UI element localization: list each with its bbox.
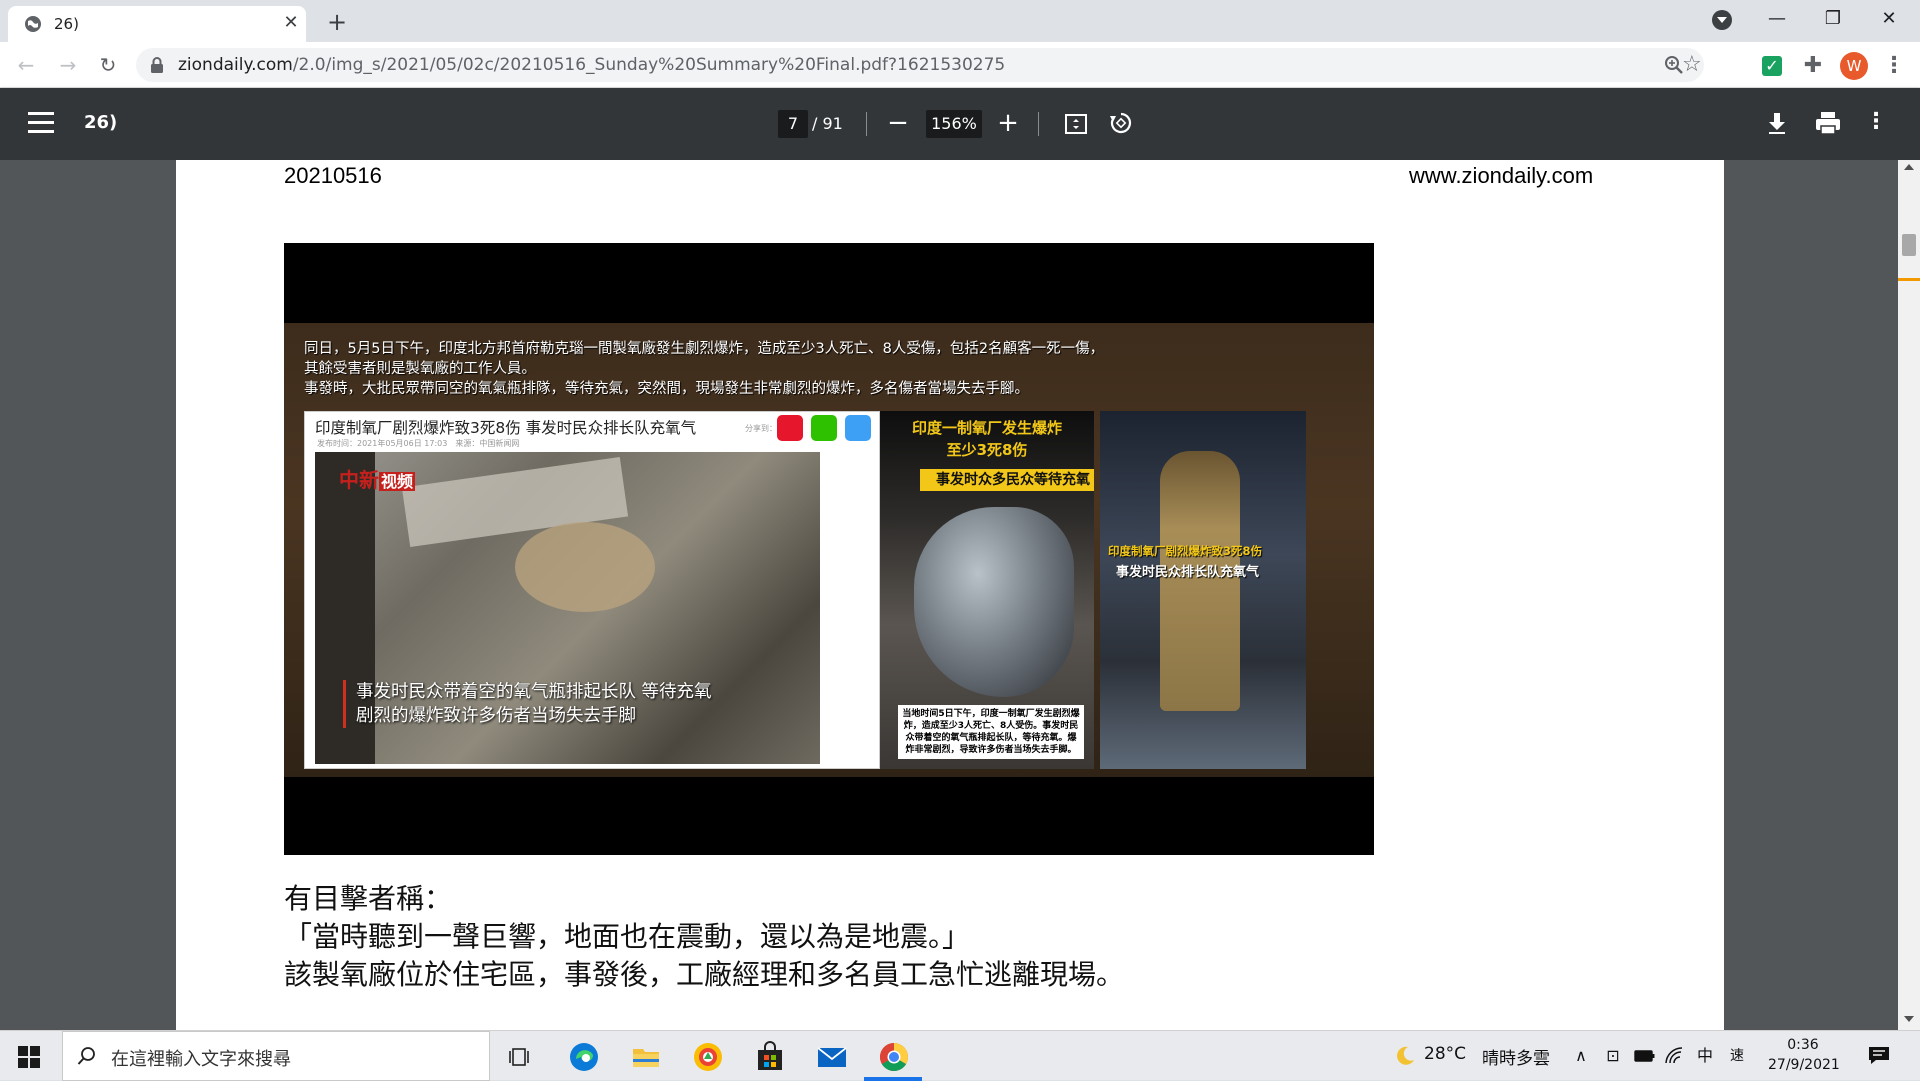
panel-caption: 印度制氧厂剧烈爆炸致3死8伤 xyxy=(1108,544,1263,558)
lock-icon[interactable] xyxy=(150,57,164,73)
kebab-menu-icon[interactable]: ⋮ xyxy=(1880,52,1908,80)
scrollbar-thumb[interactable] xyxy=(1902,234,1916,256)
panel-headline: 印度制氧厂剧烈爆炸致3死8伤 事发时民众排长队充氧气 xyxy=(315,419,697,437)
tray-chevron-icon[interactable]: ∧ xyxy=(1572,1046,1590,1066)
video-frame: 中新 视频 事发时民众带着空的氧气瓶排起长队 等待充氧 剧烈的爆炸致许多伤者当场失… xyxy=(315,452,820,764)
close-tab-icon[interactable]: ✕ xyxy=(280,12,302,34)
news-panel-webpage: 印度制氧厂剧烈爆炸致3死8伤 事发时民众排长队充氧气 发布时间：2021年05月… xyxy=(304,411,880,769)
panel-caption: 事发时民众排长队充氧气 xyxy=(1116,565,1260,580)
article-body: 有目擊者稱： 「當時聽到一聲巨響，地面也在震動，還以為是地震。」 該製氧廠位於住… xyxy=(284,880,1124,994)
weibo-icon xyxy=(777,415,803,441)
puzzle-icon[interactable]: ✚ xyxy=(1800,53,1826,79)
forward-button[interactable]: → xyxy=(54,51,82,79)
scrollbar[interactable] xyxy=(1898,160,1920,1030)
news-logo: 中新 视频 xyxy=(339,468,416,492)
reload-button[interactable]: ↻ xyxy=(94,51,122,79)
download-icon[interactable] xyxy=(1764,110,1790,136)
pdf-toolbar: 26) 7 / 91 − 156% + ⋮ xyxy=(0,88,1920,160)
news-image-caption: 同日，5月5日下午，印度北方邦首府勒克瑙一間製氧廠發生劇烈爆炸，造成至少3人死亡… xyxy=(304,341,1105,397)
zoom-in-button[interactable]: + xyxy=(994,110,1022,138)
back-button[interactable]: ← xyxy=(12,51,40,79)
print-icon[interactable] xyxy=(1814,110,1842,136)
notification-icon[interactable] xyxy=(1868,1045,1890,1065)
weather-description[interactable]: 晴時多雲 xyxy=(1482,1044,1550,1069)
paragraph: 「當時聽到一聲巨響，地面也在震動，還以為是地震。」 xyxy=(284,920,971,953)
zoom-level-input[interactable]: 156% xyxy=(926,110,982,138)
globe-icon xyxy=(25,16,41,32)
browser-tab[interactable]: 26) ✕ xyxy=(8,6,306,42)
browser-icon[interactable] xyxy=(690,1039,726,1075)
panel-subtitle: 发布时间：2021年05月06日 17:03 来源：中国新闻网 xyxy=(317,439,520,448)
tab-search-icon[interactable] xyxy=(1712,10,1732,30)
edge-icon[interactable] xyxy=(566,1039,602,1075)
star-icon[interactable]: ☆ xyxy=(1682,52,1708,78)
weather-temperature[interactable]: 28°C xyxy=(1424,1044,1466,1064)
panel-banner: 事发时众多民众等待充氧 xyxy=(920,469,1094,491)
weather-moon-icon[interactable] xyxy=(1394,1045,1416,1067)
news-panel-official: 印度制氧厂剧烈爆炸致3死8伤 事发时民众排长队充氧气 xyxy=(1100,411,1306,769)
favorite-icon xyxy=(845,415,871,441)
video-caption: 事发时民众带着空的氧气瓶排起长队 等待充氧 剧烈的爆炸致许多伤者当场失去手脚 xyxy=(343,680,813,728)
paragraph: 該製氧廠位於住宅區，事發後，工廠經理和多名員工急忙逃離現場。 xyxy=(284,958,1125,991)
file-explorer-icon[interactable] xyxy=(628,1039,664,1075)
pdf-title: 26) xyxy=(84,112,118,133)
scroll-position-marker xyxy=(1898,278,1920,281)
extension-icon[interactable]: ✓ xyxy=(1762,56,1782,76)
news-panel-cylinder: 印度一制氧厂发生爆炸 至少3死8伤 事发时众多民众等待充氧 当地时间5日下午，印… xyxy=(880,411,1094,769)
toolbar-divider xyxy=(1038,112,1039,136)
rotate-icon[interactable] xyxy=(1108,110,1134,136)
search-icon xyxy=(77,1047,95,1065)
browser-toolbar: ← → ↻ ziondaily.com/2.0/img_s/2021/05/02… xyxy=(0,42,1920,88)
clock[interactable]: 0:36 27/9/2021 xyxy=(1768,1035,1840,1075)
panel-headline: 印度一制氧厂发生爆炸 至少3死8伤 xyxy=(911,419,1062,459)
pdf-viewer[interactable]: 20210516 www.ziondaily.com 同日，5月5日下午，印度北… xyxy=(0,160,1920,1030)
taskbar-search-box[interactable]: 在這裡輸入文字來搜尋 xyxy=(62,1031,490,1081)
page-header-date: 20210516 xyxy=(284,163,382,188)
tab-title: 26) xyxy=(54,15,79,33)
avatar[interactable]: W xyxy=(1840,52,1868,80)
new-tab-button[interactable]: + xyxy=(322,8,352,36)
task-view-icon[interactable] xyxy=(504,1039,540,1075)
scroll-down-icon[interactable] xyxy=(1904,1016,1914,1022)
page-total: / 91 xyxy=(812,114,843,133)
oxygen-cylinder-image xyxy=(914,507,1074,697)
wifi-icon[interactable] xyxy=(1664,1046,1686,1066)
more-options-icon[interactable]: ⋮ xyxy=(1864,110,1888,136)
menu-icon[interactable] xyxy=(28,112,54,136)
windows-start-icon[interactable] xyxy=(18,1046,40,1068)
panel-caption-box: 当地时间5日下午，印度一制氧厂发生剧烈爆炸，造成至少3人死亡、8人受伤。事发时民… xyxy=(898,705,1084,759)
active-app-indicator xyxy=(864,1077,922,1081)
ime-language[interactable]: 中 xyxy=(1694,1046,1716,1066)
paragraph: 有目擊者稱： xyxy=(284,882,453,915)
store-icon[interactable] xyxy=(752,1039,788,1075)
page-number-input[interactable]: 7 xyxy=(778,110,808,138)
window-close-button[interactable]: ✕ xyxy=(1866,4,1912,34)
page-header-site: www.ziondaily.com xyxy=(1409,163,1594,188)
url-text[interactable]: ziondaily.com/2.0/img_s/2021/05/02c/2021… xyxy=(178,55,1005,75)
minimize-button[interactable]: — xyxy=(1754,4,1800,34)
official-image xyxy=(1160,451,1240,711)
taskbar: 在這裡輸入文字來搜尋 28°C 晴時多雲 ∧ ⊡ 中 速 0:36 27/9/2… xyxy=(0,1030,1920,1081)
camera-icon[interactable]: ⊡ xyxy=(1604,1046,1622,1066)
ime-mode[interactable]: 速 xyxy=(1726,1046,1748,1066)
zoom-out-button[interactable]: − xyxy=(884,110,912,138)
fit-page-icon[interactable] xyxy=(1064,112,1088,136)
toolbar-divider xyxy=(866,112,867,136)
chrome-icon[interactable] xyxy=(876,1039,912,1075)
battery-icon[interactable] xyxy=(1634,1046,1656,1066)
tab-strip: 26) ✕ + — ❐ ✕ xyxy=(0,0,1920,42)
scroll-up-icon[interactable] xyxy=(1904,164,1914,170)
address-bar[interactable]: ziondaily.com/2.0/img_s/2021/05/02c/2021… xyxy=(136,48,1704,82)
search-placeholder: 在這裡輸入文字來搜尋 xyxy=(111,1049,291,1070)
news-image: 同日，5月5日下午，印度北方邦首府勒克瑙一間製氧廠發生劇烈爆炸，造成至少3人死亡… xyxy=(284,243,1374,855)
zoom-icon[interactable] xyxy=(1664,55,1684,75)
mail-icon[interactable] xyxy=(814,1039,850,1075)
share-label: 分享到： xyxy=(745,424,777,433)
wechat-icon xyxy=(811,415,837,441)
pdf-page: 20210516 www.ziondaily.com 同日，5月5日下午，印度北… xyxy=(176,160,1724,1030)
maximize-button[interactable]: ❐ xyxy=(1810,4,1856,34)
